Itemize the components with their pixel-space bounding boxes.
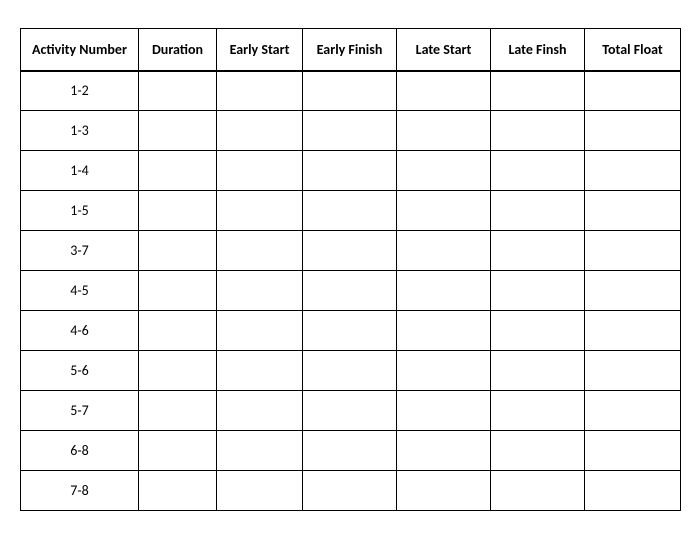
table-row: 1-4	[21, 151, 681, 191]
table-row: 5-6	[21, 351, 681, 391]
col-header-total-float: Total Float	[585, 29, 681, 71]
cell-early-finish	[303, 391, 397, 431]
cell-late-finish	[491, 71, 585, 111]
cell-late-finish	[491, 471, 585, 511]
cell-late-start	[397, 311, 491, 351]
cell-total-float	[585, 191, 681, 231]
cell-activity: 6-8	[21, 431, 139, 471]
cell-late-start	[397, 71, 491, 111]
cell-total-float	[585, 351, 681, 391]
cell-late-start	[397, 111, 491, 151]
table-row: 6-8	[21, 431, 681, 471]
cell-late-start	[397, 231, 491, 271]
cell-early-start	[217, 471, 303, 511]
cell-total-float	[585, 311, 681, 351]
cell-total-float	[585, 271, 681, 311]
cell-activity: 5-7	[21, 391, 139, 431]
table-row: 5-7	[21, 391, 681, 431]
cell-late-start	[397, 151, 491, 191]
cell-late-finish	[491, 311, 585, 351]
cell-total-float	[585, 391, 681, 431]
cell-total-float	[585, 471, 681, 511]
col-header-activity: Activity Number	[21, 29, 139, 71]
col-header-early-start: Early Start	[217, 29, 303, 71]
cell-early-finish	[303, 191, 397, 231]
cell-early-finish	[303, 431, 397, 471]
col-header-early-finish: Early Finish	[303, 29, 397, 71]
cell-early-finish	[303, 111, 397, 151]
table-header-row: Activity Number Duration Early Start Ear…	[21, 29, 681, 71]
table-row: 1-2	[21, 71, 681, 111]
cell-activity: 1-5	[21, 191, 139, 231]
cell-duration	[139, 431, 217, 471]
cell-early-finish	[303, 71, 397, 111]
table-row: 7-8	[21, 471, 681, 511]
cell-total-float	[585, 431, 681, 471]
cell-duration	[139, 271, 217, 311]
cell-early-finish	[303, 351, 397, 391]
col-header-late-start: Late Start	[397, 29, 491, 71]
cell-early-start	[217, 391, 303, 431]
cell-activity: 4-5	[21, 271, 139, 311]
cell-duration	[139, 191, 217, 231]
table-row: 3-7	[21, 231, 681, 271]
cell-activity: 5-6	[21, 351, 139, 391]
cell-early-start	[217, 271, 303, 311]
cell-early-start	[217, 151, 303, 191]
table-row: 1-5	[21, 191, 681, 231]
cell-late-start	[397, 431, 491, 471]
table-row: 1-3	[21, 111, 681, 151]
cell-total-float	[585, 151, 681, 191]
cell-activity: 7-8	[21, 471, 139, 511]
cell-late-finish	[491, 351, 585, 391]
cell-late-finish	[491, 111, 585, 151]
cell-late-start	[397, 351, 491, 391]
cell-duration	[139, 311, 217, 351]
cell-duration	[139, 71, 217, 111]
table-row: 4-5	[21, 271, 681, 311]
cell-duration	[139, 391, 217, 431]
cell-activity: 4-6	[21, 311, 139, 351]
cell-total-float	[585, 71, 681, 111]
cell-late-start	[397, 271, 491, 311]
col-header-late-finish: Late Finsh	[491, 29, 585, 71]
cell-late-finish	[491, 231, 585, 271]
cell-early-start	[217, 231, 303, 271]
cell-early-finish	[303, 471, 397, 511]
table-body: 1-2 1-3 1-4 1-5	[21, 71, 681, 511]
cell-late-start	[397, 471, 491, 511]
cell-total-float	[585, 231, 681, 271]
cell-early-start	[217, 191, 303, 231]
cell-early-finish	[303, 151, 397, 191]
cell-late-finish	[491, 271, 585, 311]
cell-early-finish	[303, 271, 397, 311]
cell-late-start	[397, 191, 491, 231]
cell-early-finish	[303, 231, 397, 271]
cell-late-finish	[491, 431, 585, 471]
cell-duration	[139, 471, 217, 511]
table-row: 4-6	[21, 311, 681, 351]
cell-early-start	[217, 351, 303, 391]
activity-network-table: Activity Number Duration Early Start Ear…	[20, 28, 681, 511]
col-header-duration: Duration	[139, 29, 217, 71]
cell-duration	[139, 151, 217, 191]
cell-activity: 3-7	[21, 231, 139, 271]
cell-duration	[139, 351, 217, 391]
cell-early-start	[217, 431, 303, 471]
cell-late-finish	[491, 151, 585, 191]
cell-activity: 1-4	[21, 151, 139, 191]
cell-late-start	[397, 391, 491, 431]
cell-duration	[139, 231, 217, 271]
cell-early-start	[217, 71, 303, 111]
cell-activity: 1-2	[21, 71, 139, 111]
cell-early-start	[217, 111, 303, 151]
cell-total-float	[585, 111, 681, 151]
cell-early-finish	[303, 311, 397, 351]
cell-activity: 1-3	[21, 111, 139, 151]
cell-late-finish	[491, 391, 585, 431]
cell-late-finish	[491, 191, 585, 231]
cell-early-start	[217, 311, 303, 351]
cell-duration	[139, 111, 217, 151]
